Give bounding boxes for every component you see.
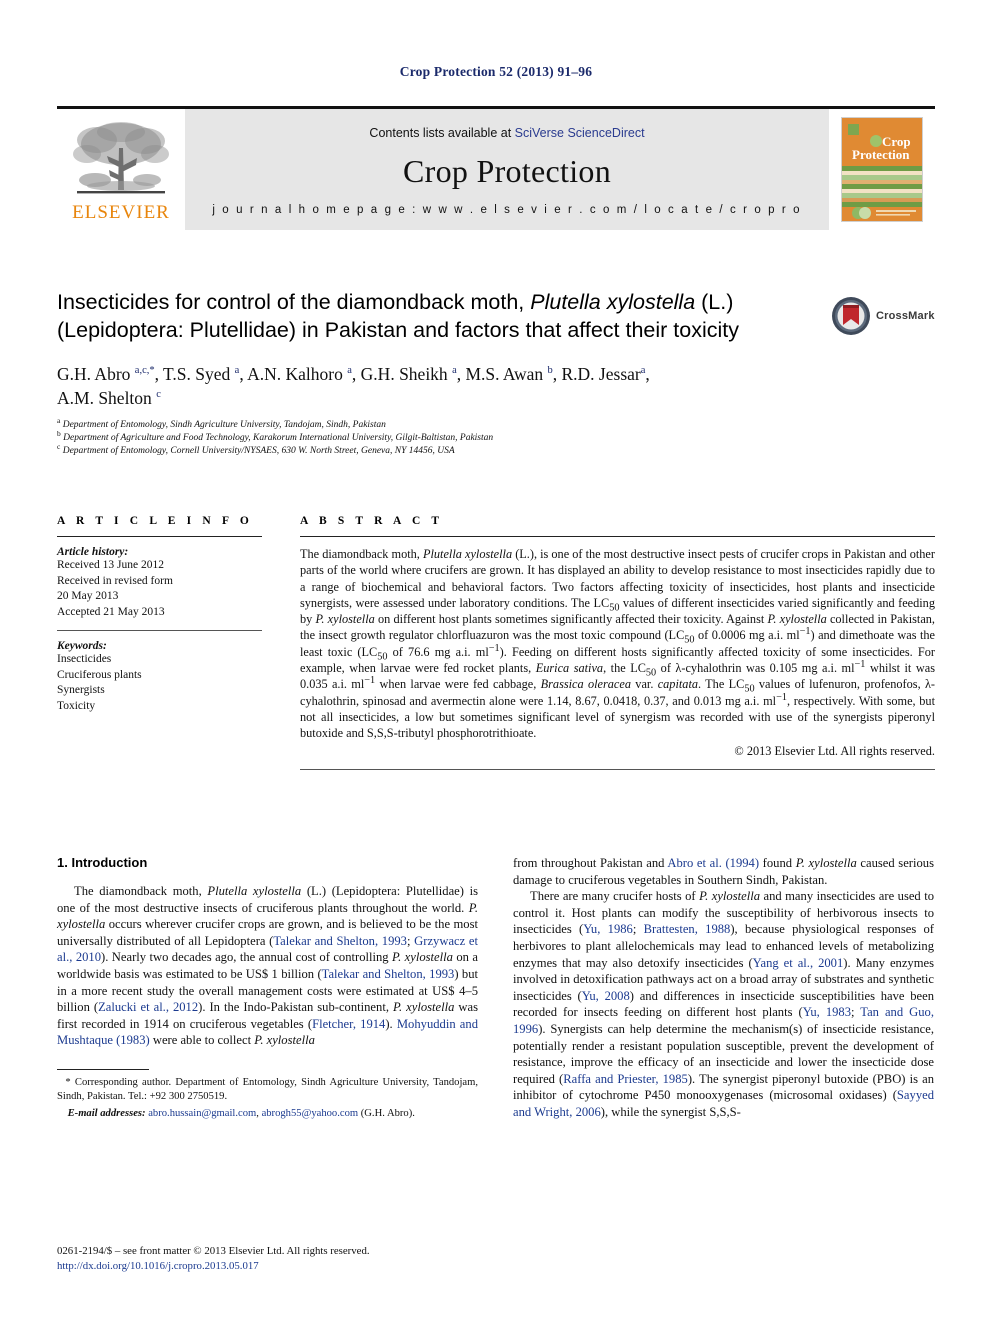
journal-homepage-line[interactable]: j o u r n a l h o m e p a g e : w w w . … [212,204,801,216]
article-body: 1. Introduction The diamondback moth, Pl… [57,855,935,1121]
email-addresses-line: E-mail addresses: abro.hussain@gmail.com… [67,1107,415,1119]
abstract-text: The diamondback moth, Plutella xylostell… [300,547,936,741]
history-received: Received 13 June 2012 [57,559,164,571]
body-column-left: 1. Introduction The diamondback moth, Pl… [57,855,478,1121]
running-head: Crop Protection 52 (2013) 91–96 [399,64,593,79]
svg-text:Protection: Protection [852,147,910,162]
doi-link[interactable]: http://dx.doi.org/10.1016/j.cropro.2013.… [57,1259,527,1274]
affiliation-c: c Department of Entomology, Cornell Univ… [57,441,455,456]
author-list: G.H. Abro a,c,*, T.S. Syed a, A.N. Kalho… [57,364,650,408]
citation-fletcher-1914[interactable]: Fletcher, 1914 [312,1017,385,1031]
citation-tan-guo-1996[interactable]: Tan and Guo, 1996 [513,1005,934,1036]
citation-brattesten-1988[interactable]: Brattesten, 1988 [644,922,731,936]
email-address-2[interactable]: abrogh55@yahoo.com [262,1108,359,1119]
email-label: E-mail addresses: [67,1107,146,1119]
citation-raffa-priester-1985[interactable]: Raffa and Priester, 1985 [563,1072,688,1086]
info-abstract-area: A R T I C L E I N F O Article history: R… [57,515,935,770]
abstract-column: A B S T R A C T The diamondback moth, Pl… [300,515,935,770]
masthead-center: Contents lists available at SciVerse Sci… [185,109,829,230]
citation-yu-2008[interactable]: Yu, 2008 [582,989,630,1003]
corresponding-author-line: * Corresponding author. Department of En… [57,1076,479,1102]
footnote-rule [57,1068,149,1070]
citation-talekar-shelton-1993a[interactable]: Talekar and Shelton, 1993 [273,934,407,948]
intro-paragraph-1: The diamondback moth, Plutella xylostell… [57,884,478,1048]
corresponding-author-footnote: * Corresponding author. Department of En… [57,1068,478,1121]
contents-prefix: Contents lists available at [369,125,515,140]
citation-yang-2001[interactable]: Yang et al., 2001 [753,956,844,970]
journal-article-first-page: Crop Protection 52 (2013) 91–96 ELSEVIER… [0,0,992,1323]
cover-art-icon: Crop Protection [842,118,922,221]
abstract-copyright: © 2013 Elsevier Ltd. All rights reserved… [734,743,935,758]
citation-zalucki-2012[interactable]: Zalucki et al., 2012 [98,1000,198,1014]
elsevier-wordmark: ELSEVIER [72,201,170,223]
intro-paragraph-2: There are many crucifer hosts of P. xylo… [513,889,935,1119]
keywords-rule [57,630,262,631]
keyword-3: Synergists [57,684,105,696]
imprint-block: 0261-2194/$ – see front matter © 2013 El… [57,1244,527,1273]
history-revised: Received in revised form [57,574,173,587]
citation-sayyed-wright-2006[interactable]: Sayyed and Wright, 2006 [513,1088,934,1119]
affiliation-c-text: Department of Entomology, Cornell Univer… [62,446,455,456]
affiliation-b-text: Department of Agriculture and Food Techn… [63,433,494,443]
crossmark-label: CrossMark [876,310,935,322]
citation-yu-1983[interactable]: Yu, 1983 [803,1005,851,1019]
title-species-italic: Plutella xylostella [530,290,696,314]
body-column-right: from throughout Pakistan and Abro et al.… [513,855,934,1121]
intro-paragraph-1-cont: from throughout Pakistan and Abro et al.… [513,856,934,887]
journal-masthead: ELSEVIER Contents lists available at Sci… [57,106,935,230]
abstract-bottom-rule [300,768,935,770]
imprint-issn-line: 0261-2194/$ – see front matter © 2013 El… [57,1245,370,1257]
email-suffix: (G.H. Abro). [358,1107,415,1119]
affiliation-a: a Department of Entomology, Sindh Agricu… [57,415,386,430]
title-block: CrossMark Insecticides for control of th… [57,288,935,458]
abstract-heading: A B S T R A C T [300,515,444,527]
affiliation-b: b Department of Agriculture and Food Tec… [57,428,494,443]
corresponding-author-text: * Corresponding author. Department of En… [57,1076,478,1104]
citation-talekar-shelton-1993b[interactable]: Talekar and Shelton, 1993 [322,967,455,981]
affiliation-a-text: Department of Entomology, Sindh Agricult… [62,420,386,430]
section-heading-introduction: 1. Introduction [57,855,148,870]
history-revised-date: 20 May 2013 [57,590,119,602]
sciencedirect-link[interactable]: SciVerse ScienceDirect [515,126,645,140]
article-info-column: A R T I C L E I N F O Article history: R… [57,515,262,770]
cover-image: Crop Protection [841,117,923,222]
crossmark-badge[interactable]: CrossMark [831,294,935,338]
page-title: Insecticides for control of the diamondb… [57,288,837,344]
article-info-heading: A R T I C L E I N F O [57,515,253,527]
history-accepted: Accepted 21 May 2013 [57,605,165,618]
journal-title: Crop Protection [402,152,612,189]
title-part-1: Insecticides for control of the diamondb… [57,290,531,314]
email-address-1[interactable]: abro.hussain@gmail.com [148,1108,256,1119]
elsevier-tree-icon [73,121,169,193]
keyword-2: Cruciferous plants [57,668,142,681]
citation-abro-1994[interactable]: Abro et al. (1994) [667,856,759,870]
journal-cover-thumbnail: Crop Protection [829,109,935,230]
affiliation-list: a Department of Entomology, Sindh Agricu… [57,415,935,458]
keywords-label: Keywords: [57,640,107,652]
article-info-rule [57,536,262,537]
citation-yu-1986[interactable]: Yu, 1986 [583,922,633,936]
contents-available-line: Contents lists available at SciVerse Sci… [369,126,644,140]
crossmark-icon [831,296,871,336]
keyword-1: Insecticides [57,653,112,665]
elsevier-logo: ELSEVIER [57,109,185,230]
article-history-label: Article history: [57,546,129,558]
abstract-rule [300,536,935,537]
keyword-4: Toxicity [57,699,96,712]
